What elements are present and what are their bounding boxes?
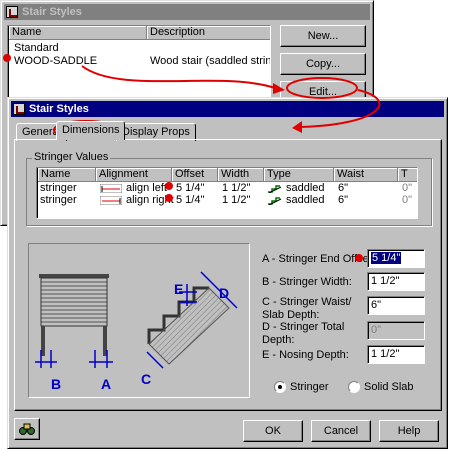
stringer-end-offset-field[interactable]: 5 1/4" <box>367 249 425 268</box>
col-header-alignment[interactable]: Alignment <box>96 168 172 182</box>
annotation-dot <box>355 254 363 262</box>
back-title: Stair Styles <box>22 6 82 18</box>
row-type: saddled <box>286 194 325 206</box>
col-header-type[interactable]: Type <box>264 168 334 182</box>
cancel-button-label: Cancel <box>323 425 359 437</box>
cancel-button[interactable]: Cancel <box>311 420 371 442</box>
annotation-dot <box>165 194 173 202</box>
row-waist: 6" <box>338 182 349 194</box>
stringer-radio-label[interactable]: Stringer <box>290 381 329 394</box>
help-button-label: Help <box>397 425 421 437</box>
ok-button-label: OK <box>265 425 281 437</box>
stringer-waist-value: 6" <box>371 299 382 311</box>
app-icon <box>6 6 18 18</box>
col-header-width[interactable]: Width <box>218 168 264 182</box>
saddled-stair-icon <box>268 185 282 193</box>
row-alignment: align left <box>126 182 167 194</box>
copy-button-label: Copy... <box>305 58 341 70</box>
binoculars-icon <box>19 423 35 435</box>
stringer-waist-label: C - Stringer Waist/ Slab Depth: <box>262 296 352 321</box>
back-title-bar[interactable]: Stair Styles <box>4 4 370 20</box>
style-list-row-description[interactable]: Wood stair (saddled stringers) <box>150 55 270 67</box>
copy-button[interactable]: Copy... <box>280 53 366 75</box>
solid-slab-radio-label[interactable]: Solid Slab <box>364 381 414 394</box>
align-left-icon <box>100 184 122 193</box>
help-button[interactable]: Help <box>379 420 439 442</box>
row-t: 0" <box>402 194 413 206</box>
style-list-header-description[interactable]: Description <box>147 26 270 40</box>
col-header-name[interactable]: Name <box>38 168 96 182</box>
app-icon <box>13 103 25 115</box>
style-manager-icon-button[interactable] <box>14 418 40 440</box>
saddled-stair-icon <box>268 197 282 205</box>
col-header-waist[interactable]: Waist <box>334 168 398 182</box>
dim-label-d: D <box>219 285 229 301</box>
stringer-width-label: B - Stringer Width: <box>262 276 352 288</box>
align-right-icon <box>100 196 122 205</box>
tab-dimensions[interactable]: Dimensions <box>56 121 126 140</box>
stringer-table[interactable]: Name Alignment Offset Width Type Waist T… <box>36 167 418 219</box>
tab-display-props-label: Display Props <box>122 126 190 138</box>
row-name: stringer <box>40 194 77 206</box>
tab-dimensions-label: Dimensions <box>62 124 120 136</box>
stringer-total-depth-label: D - Stringer Total Depth: <box>262 321 345 346</box>
nosing-depth-field[interactable]: 1 1/2" <box>367 345 425 364</box>
style-list-row-name[interactable]: Standard <box>14 42 59 54</box>
front-title: Stair Styles <box>29 103 89 115</box>
stringer-end-offset-value: 5 1/4" <box>371 252 402 264</box>
dim-label-c: C <box>141 371 151 387</box>
style-list-row-name[interactable]: WOOD-SADDLE <box>14 55 97 67</box>
front-title-bar[interactable]: Stair Styles <box>11 101 444 117</box>
col-header-t[interactable]: T <box>398 168 417 182</box>
row-offset: 5 1/4" <box>176 194 205 206</box>
annotation-dot <box>3 54 11 62</box>
dim-label-e: E <box>174 281 183 297</box>
stringer-values-label: Stringer Values <box>32 151 111 164</box>
dim-label-a: A <box>101 376 111 392</box>
row-width: 1 1/2" <box>222 194 251 206</box>
nosing-depth-value: 1 1/2" <box>371 348 400 360</box>
new-button-label: New... <box>307 30 339 42</box>
stringer-width-value: 1 1/2" <box>371 275 400 287</box>
stair-diagram-drawing: B A E D C <box>35 271 238 392</box>
new-button[interactable]: New... <box>280 25 366 47</box>
row-waist: 6" <box>338 194 349 206</box>
nosing-depth-label: E - Nosing Depth: <box>262 349 349 361</box>
ok-button[interactable]: OK <box>243 420 303 442</box>
row-offset: 5 1/4" <box>176 182 205 194</box>
stringer-waist-field[interactable]: 6" <box>367 296 425 315</box>
table-row[interactable]: stringer align right 5 1/4" 1 1/2" saddl… <box>38 194 417 206</box>
row-type: saddled <box>286 182 325 194</box>
style-list-header-name[interactable]: Name <box>9 26 147 40</box>
annotation-dot <box>165 182 173 190</box>
row-width: 1 1/2" <box>222 182 251 194</box>
row-t: 0" <box>402 182 413 194</box>
table-row[interactable]: stringer align left 5 1/4" 1 1/2" saddle… <box>38 182 417 194</box>
solid-slab-radio[interactable] <box>348 381 360 393</box>
stringer-radio[interactable] <box>274 381 286 393</box>
dim-label-b: B <box>51 376 61 392</box>
stringer-total-depth-field[interactable]: 0" <box>367 321 425 340</box>
stringer-width-field[interactable]: 1 1/2" <box>367 272 425 291</box>
stringer-total-depth-value: 0" <box>371 324 382 336</box>
col-header-offset[interactable]: Offset <box>172 168 218 182</box>
stair-diagram: B A E D C <box>28 243 250 398</box>
row-name: stringer <box>40 182 77 194</box>
